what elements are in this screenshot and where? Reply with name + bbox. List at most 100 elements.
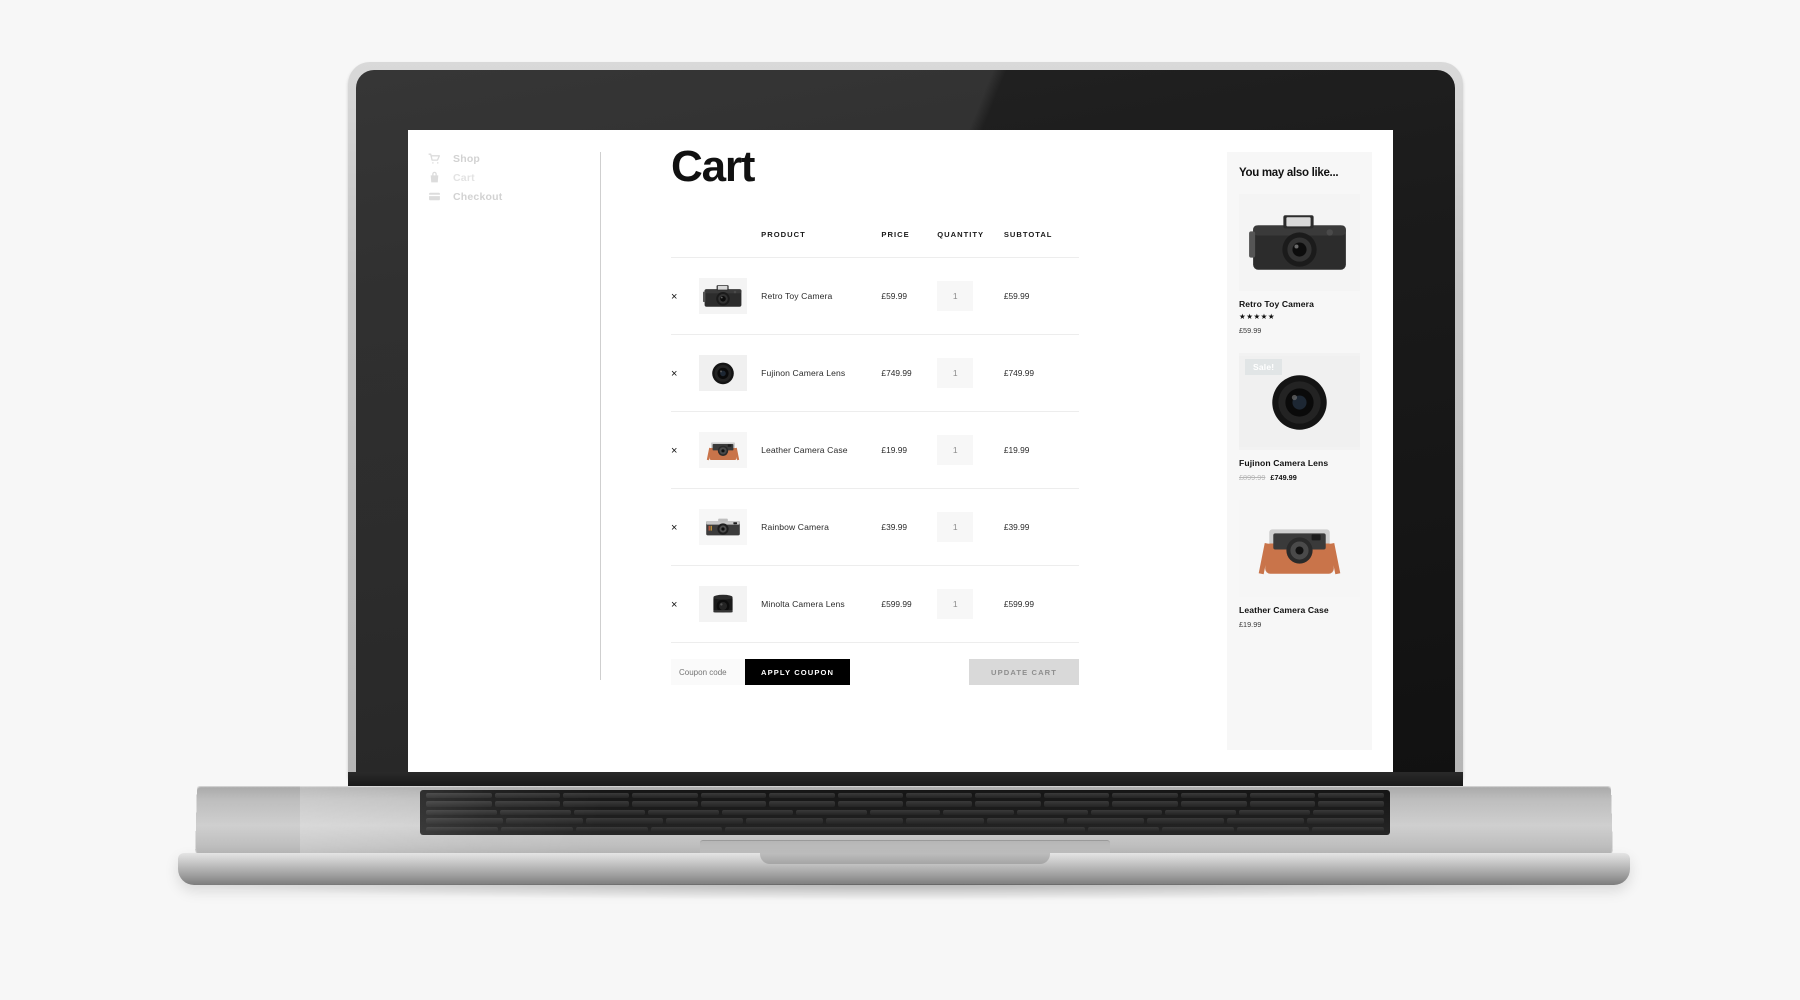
remove-item-button[interactable]: ×	[671, 292, 677, 303]
cell-product-name[interactable]: Retro Toy Camera	[761, 257, 882, 335]
quantity-input[interactable]	[937, 589, 974, 620]
upsell-price: £19.99	[1239, 620, 1360, 629]
keyboard-key	[795, 809, 867, 816]
keyboard-key	[563, 801, 629, 807]
upsell-price: £899.99 £749.99	[1239, 473, 1360, 482]
upsell-card[interactable]: Leather Camera Case £19.99	[1239, 499, 1360, 629]
cell-thumb	[698, 257, 762, 335]
remove-item-button[interactable]: ×	[671, 600, 677, 611]
nav-item-cart[interactable]: Cart	[428, 171, 600, 184]
apply-coupon-button[interactable]: APPLY COUPON	[745, 659, 851, 686]
th-product: PRODUCT	[761, 230, 806, 240]
coupon-input[interactable]	[671, 659, 745, 686]
upsell-price: £59.99	[1239, 326, 1360, 335]
cell-thumb	[698, 411, 762, 489]
quantity-input[interactable]	[937, 435, 974, 466]
upsell-panel: You may also like... Retro Toy Camera ★★…	[1227, 152, 1372, 750]
keyboard-key	[500, 826, 573, 833]
upsell-media[interactable]: Sale!	[1239, 352, 1360, 450]
keyboard-key	[426, 793, 492, 799]
keyboard-key	[1043, 801, 1110, 807]
key-row	[426, 793, 1384, 799]
product-thumbnail[interactable]	[698, 278, 747, 315]
cell-subtotal: £599.99	[1003, 565, 1079, 643]
browser-viewport: Shop Cart Checkout Cart PRODUCT PRICE QU…	[408, 130, 1393, 772]
key-rows	[426, 793, 1384, 833]
nav-item-shop[interactable]: Shop	[428, 152, 600, 165]
product-thumbnail[interactable]	[698, 509, 747, 546]
star-rating: ★★★★★	[1239, 312, 1276, 322]
keyboard-key	[1017, 809, 1089, 816]
upsell-media[interactable]	[1239, 499, 1360, 597]
upsell-product-name[interactable]: Fujinon Camera Lens	[1239, 458, 1360, 468]
keyboard-key	[1226, 818, 1304, 824]
keyboard-key	[1312, 826, 1384, 833]
upsell-card[interactable]: Retro Toy Camera ★★★★★ £59.99	[1239, 194, 1360, 335]
keyboard-key	[1239, 809, 1311, 816]
nav-label-cart: Cart	[453, 171, 475, 184]
keyboard-key	[666, 818, 744, 824]
keyboard-key	[906, 818, 984, 824]
cell-product-name[interactable]: Minolta Camera Lens	[761, 565, 882, 643]
cell-quantity	[937, 411, 1004, 489]
keyboard-key	[1181, 801, 1247, 807]
update-cart-button[interactable]: UPDATE CART	[969, 659, 1079, 686]
cell-product-name[interactable]: Rainbow Camera	[761, 488, 882, 566]
nav-label-checkout: Checkout	[453, 190, 503, 203]
th-thumb	[699, 230, 761, 258]
cell-remove: ×	[671, 488, 699, 566]
keyboard-key	[721, 809, 793, 816]
remove-item-button[interactable]: ×	[671, 446, 677, 457]
keyboard-key	[1043, 793, 1110, 799]
product-thumbnail[interactable]	[698, 355, 747, 392]
cart-page: Shop Cart Checkout Cart PRODUCT PRICE QU…	[408, 130, 1393, 772]
keyboard-key	[1165, 809, 1237, 816]
remove-item-button[interactable]: ×	[671, 523, 677, 534]
keyboard-key	[1066, 818, 1144, 824]
product-thumbnail[interactable]	[698, 432, 747, 469]
quantity-input[interactable]	[937, 358, 974, 389]
keyboard-key	[426, 809, 497, 816]
keyboard-key	[426, 801, 492, 807]
keyboard-key	[1237, 826, 1310, 833]
cell-remove: ×	[671, 565, 699, 643]
cell-price: £599.99	[881, 565, 938, 643]
cell-price: £19.99	[881, 411, 938, 489]
current-price: £19.99	[1239, 619, 1262, 629]
keyboard-key	[1112, 793, 1179, 799]
product-thumbnail[interactable]	[698, 586, 747, 623]
cell-subtotal: £59.99	[1003, 257, 1079, 335]
keyboard-key	[494, 801, 561, 807]
keyboard-key	[869, 809, 941, 816]
old-price: £899.99	[1239, 472, 1266, 482]
cart-table: PRODUCT PRICE QUANTITY SUBTOTAL × Retro …	[671, 230, 1079, 643]
keyboard-key	[1306, 818, 1384, 824]
keyboard-key	[1318, 793, 1384, 799]
keyboard-key	[1249, 793, 1316, 799]
upsell-card[interactable]: Sale! Fujinon Camera Lens £899.99 £749.9…	[1239, 352, 1360, 482]
table-row: × Fujinon Camera Lens £749.99 £749.99	[671, 334, 1079, 412]
upsell-media[interactable]	[1239, 194, 1360, 292]
cart-main: Cart PRODUCT PRICE QUANTITY SUBTOTAL × R…	[601, 130, 1201, 772]
credit-card-icon	[428, 190, 441, 203]
keyboard-key	[986, 818, 1064, 824]
upsell-product-name[interactable]: Retro Toy Camera	[1239, 299, 1360, 309]
cell-product-name[interactable]: Fujinon Camera Lens	[761, 334, 882, 412]
upsell-product-name[interactable]: Leather Camera Case	[1239, 605, 1360, 615]
bag-icon	[428, 171, 441, 184]
keyboard-key	[1318, 801, 1384, 807]
keyboard-key	[700, 801, 767, 807]
keyboard-key	[1249, 801, 1316, 807]
quantity-input[interactable]	[937, 281, 974, 312]
current-price: £59.99	[1239, 325, 1262, 335]
keyboard-key	[563, 793, 629, 799]
laptop-mockup: Shop Cart Checkout Cart PRODUCT PRICE QU…	[0, 0, 1800, 1000]
remove-item-button[interactable]: ×	[671, 369, 677, 380]
keyboard-key	[586, 818, 664, 824]
nav-item-checkout[interactable]: Checkout	[428, 190, 600, 203]
cart-header-row: PRODUCT PRICE QUANTITY SUBTOTAL	[671, 230, 1079, 258]
quantity-input[interactable]	[937, 512, 974, 543]
keyboard-key	[499, 809, 571, 816]
upsell-list: Retro Toy Camera ★★★★★ £59.99 Sale! Fuji…	[1239, 194, 1360, 629]
cell-product-name[interactable]: Leather Camera Case	[761, 411, 882, 489]
